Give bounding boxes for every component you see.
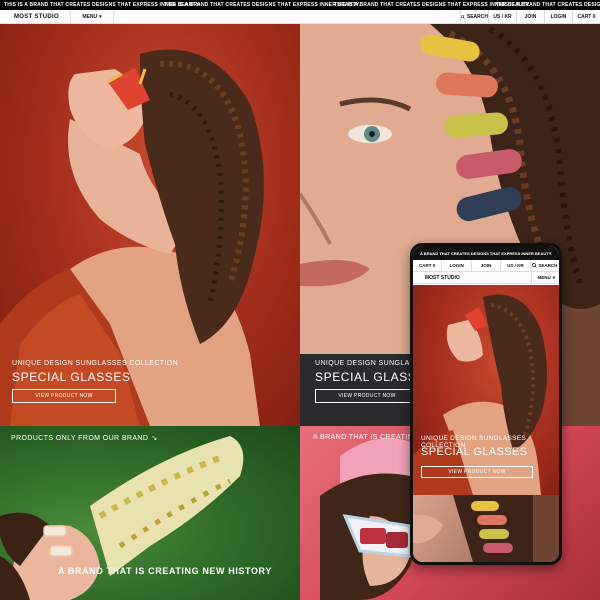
search-button[interactable]: SEARCH (460, 10, 488, 24)
chevron-down-icon: ▾ (99, 14, 102, 20)
mobile-secondary-photo (413, 495, 559, 562)
join-link[interactable]: JOIN (516, 10, 544, 24)
mobile-secondary-hero[interactable] (413, 495, 559, 562)
mobile-brand-logo[interactable]: MOST STUDIO (425, 275, 460, 281)
mobile-top-row: CART 0 LOGIN JOIN US / KR SEARCH (413, 260, 559, 272)
products-link[interactable]: PRODUCTS ONLY FROM OUR BRAND ↘ (11, 434, 158, 443)
view-product-label: VIEW PRODUCT NOW (35, 393, 93, 399)
mobile-cart-label: CART 0 (419, 263, 436, 268)
mobile-hero-title: SPECIAL GLASSES (421, 446, 528, 458)
mobile-hero-photo (413, 294, 547, 495)
bottom-left-panel[interactable]: PRODUCTS ONLY FROM OUR BRAND ↘ A BRAND T… (0, 426, 300, 600)
announcement-bar: THIS IS A BRAND THAT CREATES DESIGNS THA… (0, 0, 600, 10)
brand-logo[interactable]: MOST STUDIO (14, 14, 59, 20)
view-product-label: VIEW PRODUCT NOW (448, 469, 506, 475)
login-label: LOGIN (550, 14, 567, 20)
hero-left-panel[interactable]: UNIQUE DESIGN SUNGLASSES COLLECTION SPEC… (0, 24, 300, 426)
locale-switcher[interactable]: US / KR (488, 10, 516, 24)
mobile-screen: A BRAND THAT CREATES DESIGNS THAT EXPRES… (413, 246, 559, 562)
mobile-cart-link[interactable]: CART 0 (413, 260, 443, 271)
mobile-menu-button[interactable]: MENU ▾ (531, 271, 555, 284)
mobile-login-link[interactable]: LOGIN (442, 260, 472, 271)
mobile-join-label: JOIN (480, 263, 492, 268)
mobile-login-label: LOGIN (449, 263, 464, 268)
hero-left-view-product-button[interactable]: VIEW PRODUCT NOW (12, 389, 116, 403)
login-link[interactable]: LOGIN (544, 10, 572, 24)
top-navigation: MOST STUDIO MENU ▾ SEARCH US / KR JOIN L… (0, 10, 600, 24)
bottom-left-tagline: A BRAND THAT IS CREATING NEW HISTORY (58, 566, 272, 576)
hero-left-title: SPECIAL GLASSES (12, 370, 131, 384)
mobile-hero[interactable]: UNIQUE DESIGN SUNGLASSES COLLECTION SPEC… (413, 285, 559, 495)
announcement-text: THIS IS A BRAND THAT CREATES DESIGNS THA… (496, 2, 600, 8)
search-icon (461, 15, 465, 19)
chevron-down-icon: ▾ (552, 274, 555, 280)
mobile-view-product-button[interactable]: VIEW PRODUCT NOW (421, 466, 533, 478)
search-icon (532, 263, 538, 268)
search-label: SEARCH (466, 14, 488, 20)
view-product-label: VIEW PRODUCT NOW (338, 393, 396, 399)
mobile-locale-label: US / KR (507, 263, 524, 268)
arrow-down-right-icon: ↘ (151, 435, 158, 442)
hero-left-subtitle: UNIQUE DESIGN SUNGLASSES COLLECTION (12, 360, 179, 367)
announcement-text: THIS IS A BRAND THAT CREATES DESIGNS THA… (164, 2, 361, 8)
hero-right-view-product-button[interactable]: VIEW PRODUCT NOW (315, 389, 419, 403)
mobile-search-button[interactable]: SEARCH (531, 260, 559, 271)
mobile-join-link[interactable]: JOIN (472, 260, 502, 271)
mobile-locale-switcher[interactable]: US / KR (501, 260, 531, 271)
cart-label: CART 0 (577, 14, 596, 20)
mobile-announcement-text: A BRAND THAT CREATES DESIGNS THAT EXPRES… (419, 250, 553, 256)
locale-label: US / KR (493, 14, 512, 20)
mobile-header-row: MOST STUDIO MENU ▾ (413, 271, 559, 284)
mobile-search-label: SEARCH (538, 263, 558, 268)
cart-link[interactable]: CART 0 (572, 10, 600, 24)
menu-label: MENU (82, 14, 98, 20)
mobile-announcement-bar: A BRAND THAT CREATES DESIGNS THAT EXPRES… (413, 246, 559, 260)
mobile-menu-label: MENU (537, 275, 551, 280)
menu-button[interactable]: MENU ▾ (70, 10, 114, 24)
join-label: JOIN (524, 14, 537, 20)
mobile-preview-device: A BRAND THAT CREATES DESIGNS THAT EXPRES… (410, 243, 562, 565)
products-label: PRODUCTS ONLY FROM OUR BRAND (11, 434, 149, 442)
